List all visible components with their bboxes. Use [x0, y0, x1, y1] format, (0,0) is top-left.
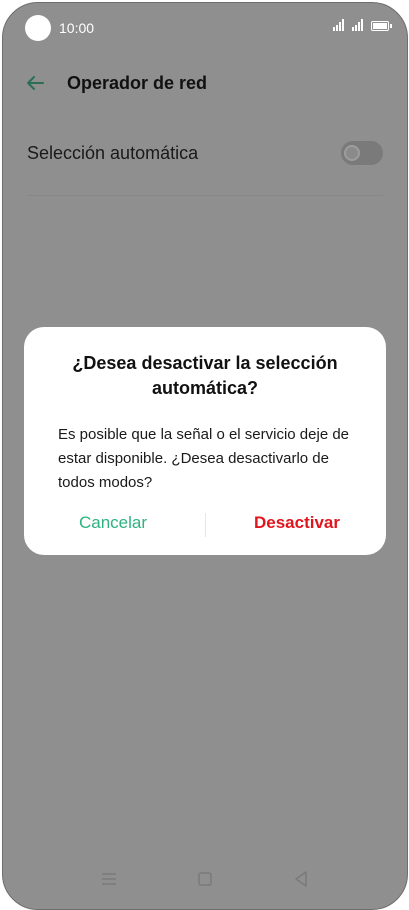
battery-icon	[371, 21, 392, 31]
actions-divider	[205, 513, 206, 537]
deactivate-button[interactable]: Desactivar	[254, 513, 340, 533]
menu-icon[interactable]	[97, 867, 121, 891]
divider	[27, 195, 383, 196]
cancel-button[interactable]: Cancelar	[79, 513, 147, 533]
page-title: Operador de red	[67, 73, 208, 93]
automatic-selection-row[interactable]: Selección automática	[27, 123, 383, 187]
triangle-back-icon[interactable]	[289, 867, 313, 891]
navigation-bar	[3, 867, 407, 891]
toggle-knob	[344, 145, 360, 161]
app-header: Operador de red	[3, 61, 407, 105]
confirm-dialog: ¿Desea desactivar la selección automátic…	[24, 327, 386, 555]
signal-icon-2	[352, 19, 363, 31]
status-bar: 10:00	[3, 3, 407, 53]
arrow-left-icon[interactable]	[23, 71, 47, 95]
dialog-title: ¿Desea desactivar la selección automátic…	[72, 353, 338, 398]
dialog-actions: Cancelar Desactivar	[24, 509, 386, 541]
phone-screen: 10:00 Operador de red Selección automáti…	[2, 2, 408, 910]
dialog-message: Es posible que la señal o el servicio de…	[58, 426, 350, 491]
front-camera	[25, 15, 51, 41]
status-time: 10:00	[59, 20, 95, 36]
setting-label: Selección automática	[27, 143, 199, 163]
home-icon[interactable]	[193, 867, 217, 891]
signal-icon	[333, 19, 344, 31]
automatic-selection-toggle[interactable]	[341, 141, 383, 165]
status-icons	[333, 19, 392, 31]
